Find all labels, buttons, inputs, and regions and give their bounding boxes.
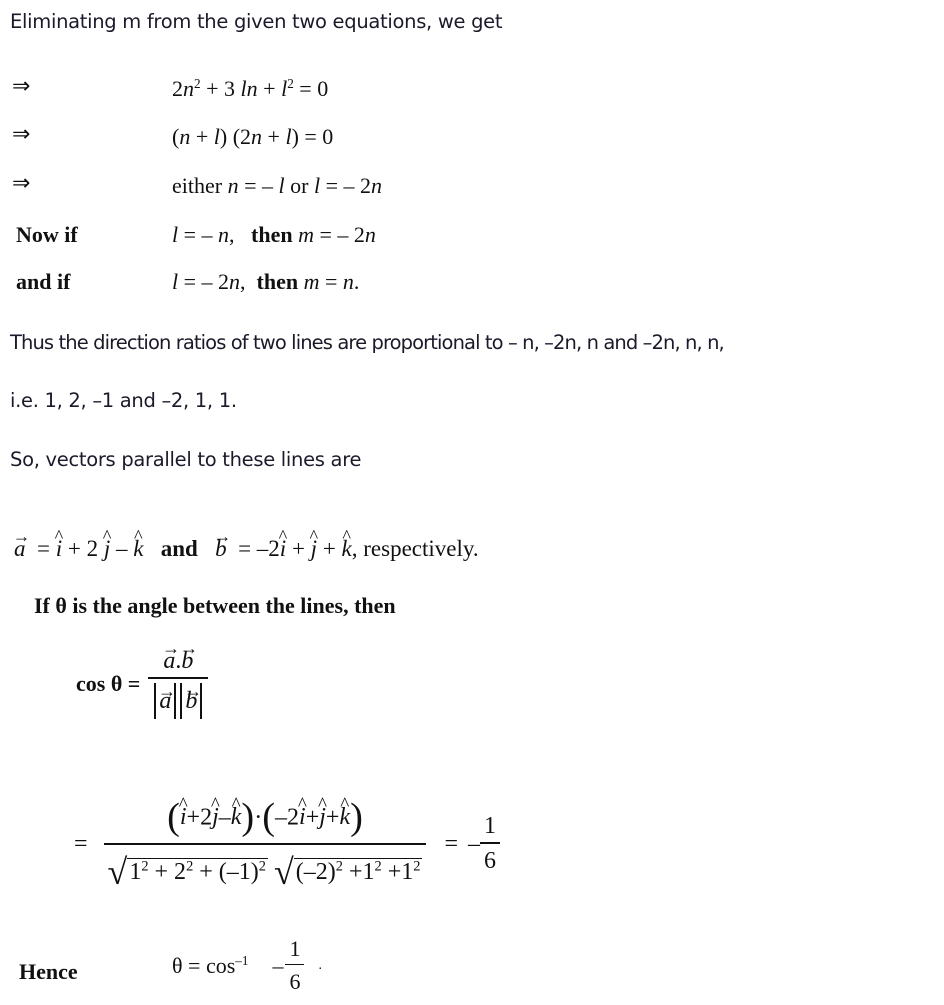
case-label-2: and if [16,269,71,294]
cos-value-computation: = (i+2j–k)·(–2i+j+k) √12 + 22 + (–1)2 √(… [74,795,500,893]
result-equals: = [444,830,458,857]
respectively-text: , respectively. [351,536,479,561]
conclusion-numerator: 1 [289,936,301,961]
vectors-intro-text: So, vectors parallel to these lines are [10,448,362,471]
intro-text: Eliminating m from the given two equatio… [10,10,503,33]
hence-label: Hence [19,959,78,984]
result-numerator: 1 [484,813,496,839]
ie-text: i.e. 1, 2, –1 and –2, 1, 1. [10,389,237,412]
implies-icon: ⇒ [12,171,31,196]
conclusion-tail: . [318,957,322,973]
case-expression-2: l = – 2n, then m = n. [172,269,360,294]
step-equation-2: (n + l) (2n + l) = 0 [172,124,334,149]
conclusion-sign: – [272,952,284,978]
cos-lhs: cos θ = [76,670,141,696]
result-denominator: 6 [480,842,500,875]
implies-icon: ⇒ [12,122,31,147]
cos-formula: cos θ = a.b ab [76,648,209,719]
equals-sign: = [74,830,88,857]
conclusion-expression: θ = cos–1 – 1 6 . [172,936,322,995]
step-equation-3: either n = – l or l = – 2n [172,173,383,198]
step-equation-1: 2n2 + 3 ln + l2 = 0 [172,76,329,101]
case-label-1: Now if [16,222,78,247]
angle-intro-text: If θ is the angle between the lines, the… [34,593,396,618]
vector-a: a [14,536,26,562]
case-expression-1: l = – n, then m = – 2n [172,222,376,247]
direction-ratios-text: Thus the direction ratios of two lines a… [10,331,725,354]
and-word: and [160,536,198,561]
result-sign: – [468,830,480,857]
conclusion-denominator: 6 [285,964,305,995]
vector-b: b [215,536,227,562]
implies-icon: ⇒ [12,74,31,99]
vector-definitions: a = i + 2 j – k and b = –2i + j + k, res… [14,536,479,562]
